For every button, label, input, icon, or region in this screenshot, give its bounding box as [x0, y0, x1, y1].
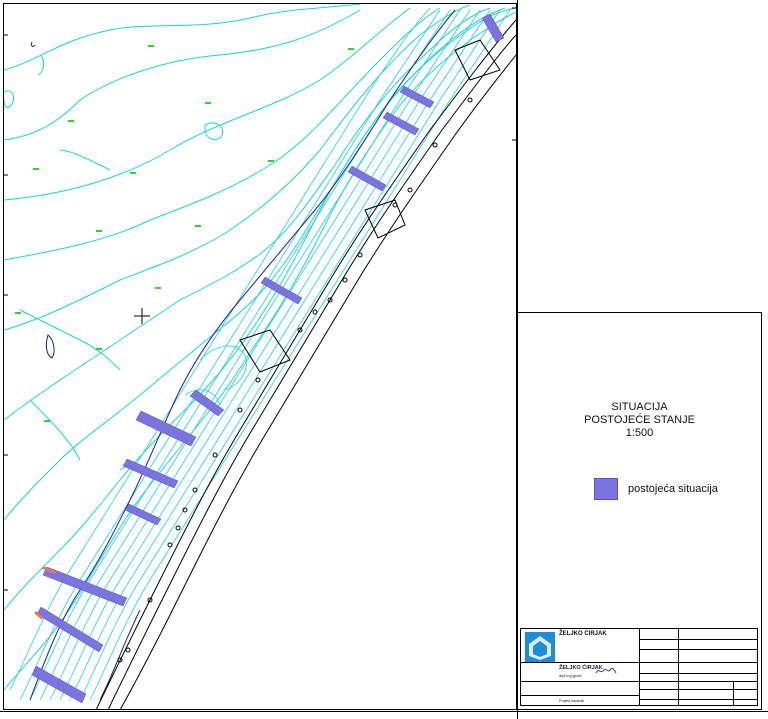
sheet-bottom-rule — [0, 711, 768, 712]
legend-label: postojeća situacija — [628, 483, 718, 495]
firm-name: ŽELJKO ĆIRJAK — [559, 631, 607, 637]
legend: postojeća situacija — [594, 478, 718, 500]
title-stamp: ŽELJKO ĆIRJAK ŽELJKO ĆIRJAK dipl.ing.gra… — [520, 628, 758, 706]
drawing-title: SITUACIJA POSTOJEĆE STANJE 1:500 — [518, 401, 761, 440]
signature — [595, 668, 617, 674]
author-title: dipl.ing.građ. — [559, 673, 582, 678]
legend-swatch — [594, 478, 618, 500]
title-line1: SITUACIJA — [611, 401, 668, 413]
title-line2: POSTOJEĆE STANJE — [584, 414, 695, 426]
phase-value: Projekt sanacije — [559, 699, 585, 703]
firm-logo-icon — [525, 632, 555, 662]
title-scale: 1:500 — [625, 427, 654, 439]
